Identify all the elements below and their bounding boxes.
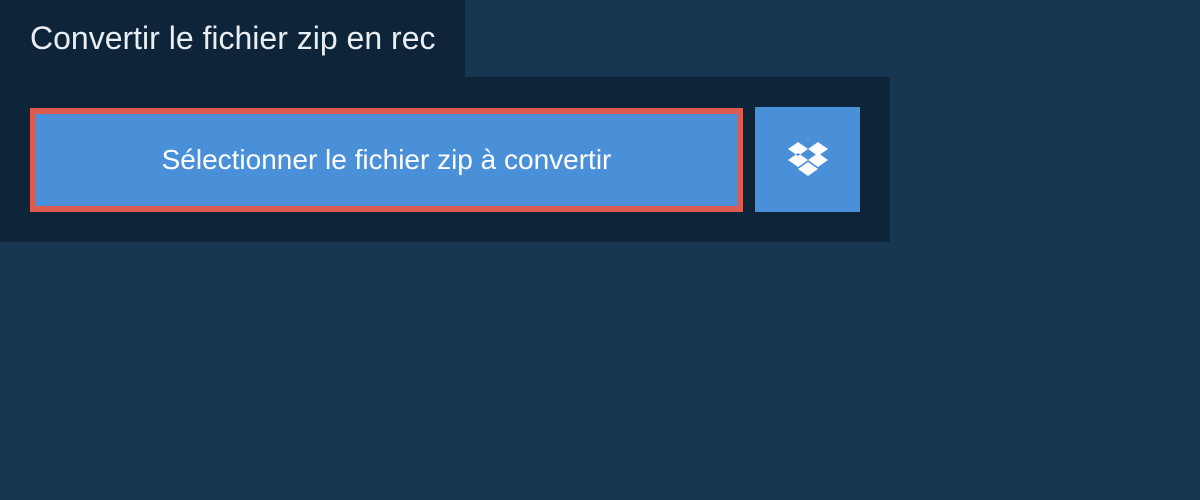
select-file-button[interactable]: Sélectionner le fichier zip à convertir (30, 108, 743, 212)
file-select-panel: Sélectionner le fichier zip à convertir (0, 77, 890, 242)
dropbox-icon (788, 142, 828, 178)
page-title-tab: Convertir le fichier zip en rec (0, 0, 465, 77)
page-title: Convertir le fichier zip en rec (30, 20, 435, 56)
select-file-label: Sélectionner le fichier zip à convertir (162, 144, 612, 175)
dropbox-button[interactable] (755, 107, 860, 212)
